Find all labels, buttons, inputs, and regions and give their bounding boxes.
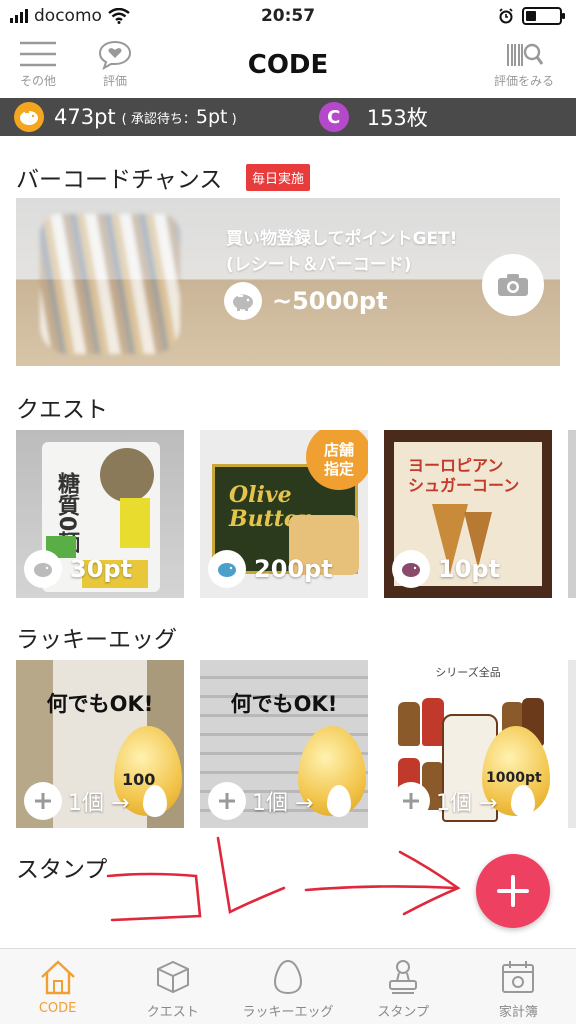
plus-icon — [208, 782, 246, 820]
heart-bubble-icon — [98, 40, 132, 70]
alarm-icon — [499, 8, 513, 24]
egg-count-text: 1個 → — [68, 791, 130, 816]
house-icon — [40, 960, 75, 995]
egg-count: 1個 → — [392, 782, 536, 820]
lucky-egg-card[interactable]: 何でもOK! 100 1個 → — [16, 660, 184, 828]
tab-label: スタンプ — [377, 1005, 430, 1020]
stamp-section-title: スタンプ — [16, 857, 108, 883]
plus-icon — [24, 782, 62, 820]
tab-stamp[interactable]: スタンプ — [346, 949, 461, 1024]
lucky-egg-card[interactable]: 何でもOK! 1個 → — [200, 660, 368, 828]
quest-card[interactable]: ヨーロピアン シュガーコーン 10pt — [384, 430, 552, 598]
lucky-egg-section-title: ラッキーエッグ — [16, 627, 177, 653]
quest-points: 10pt — [392, 550, 500, 588]
rate-label: 評価 — [102, 74, 127, 88]
egg-count-text: 1個 → — [436, 791, 498, 816]
barcode-search-icon — [506, 43, 544, 66]
points-value: 473pt — [54, 105, 116, 129]
stamp-icon — [389, 960, 418, 994]
view-ratings-button[interactable]: 評価をみる — [494, 40, 554, 89]
add-button[interactable] — [476, 854, 550, 928]
egg-headline: シリーズ全品 — [435, 666, 501, 679]
barcode-banner[interactable]: 買い物登録してポイントGET! (レシート＆バーコード) ~5000pt — [16, 198, 560, 366]
rate-button[interactable]: 評価 — [98, 40, 132, 89]
lucky-egg-card[interactable]: シリーズ全品 1000pt 1個 → — [384, 660, 552, 828]
menu-label: その他 — [19, 74, 56, 88]
barcode-section-title: バーコードチャンス — [16, 167, 223, 193]
handwritten-annotation-arrow: コレ — [106, 836, 461, 922]
c-coin-icon: C — [318, 102, 349, 132]
camera-icon — [498, 274, 528, 296]
pending-prefix: ( 承認待ち： — [121, 112, 196, 127]
coin-letter: C — [327, 106, 341, 128]
egg-headline: 何でもOK! — [46, 692, 154, 716]
quest-card[interactable]: 糖質0麺 30pt — [16, 430, 184, 598]
next-card-peek — [568, 660, 576, 828]
hamburger-icon — [20, 41, 56, 67]
quest-points: 30pt — [24, 550, 132, 588]
shopping-bag-image — [40, 214, 180, 354]
pig-icon — [208, 550, 246, 588]
banner-text: 買い物登録してポイントGET! (レシート＆バーコード) — [226, 226, 457, 278]
quest-points-value: 200pt — [254, 555, 333, 583]
pig-icon — [224, 282, 262, 320]
product-text: ヨーロピアン シュガーコーン — [408, 456, 520, 495]
coin-count: 153枚 — [366, 106, 428, 130]
egg-icon — [511, 785, 536, 817]
view-ratings-label: 評価をみる — [493, 74, 554, 88]
pending-value: 5pt — [195, 106, 228, 128]
tab-lucky-egg[interactable]: ラッキーエッグ — [230, 949, 345, 1024]
camera-button[interactable] — [482, 254, 544, 316]
pig-icon — [392, 550, 430, 588]
pig-coin-icon — [14, 102, 44, 132]
status-bar: docomo 20:57 — [0, 0, 576, 34]
page-title: CODE — [247, 50, 329, 80]
menu-button[interactable]: その他 — [18, 40, 58, 89]
tab-household-budget[interactable]: 家計簿 — [461, 949, 576, 1024]
nav-bar: その他 評価 CODE 評価をみる — [0, 36, 576, 96]
tab-bar: CODE クエスト ラッキーエッグ スタンプ 家計簿 — [0, 948, 576, 1024]
banner-line-2: (レシート＆バーコード) — [226, 255, 412, 275]
pig-icon — [24, 550, 62, 588]
egg-count: 1個 → — [208, 782, 352, 820]
pending-points: ( 承認待ち：5pt ) — [122, 106, 237, 128]
battery-level — [526, 11, 536, 21]
quest-section-title: クエスト — [16, 397, 108, 423]
clock: 20:57 — [260, 6, 316, 26]
tab-quest[interactable]: クエスト — [115, 949, 230, 1024]
egg-icon — [143, 785, 168, 817]
next-card-peek — [568, 430, 576, 598]
quest-row: 糖質0麺 30pt Olive Butter 店舗 指定 200pt ヨーロピア… — [16, 430, 576, 598]
tab-label: ラッキーエッグ — [242, 1005, 334, 1020]
calendar-icon — [502, 961, 535, 993]
daily-badge: 毎日実施 — [246, 164, 311, 191]
tab-code[interactable]: CODE — [0, 949, 115, 1024]
cube-icon — [156, 960, 189, 994]
banner-line-1: 買い物登録してポイントGET! — [226, 229, 458, 249]
tab-label: 家計簿 — [498, 1005, 538, 1020]
plus-icon — [392, 782, 430, 820]
plus-icon — [497, 875, 529, 907]
points-bar: 473pt ( 承認待ち：5pt ) C 153枚 — [0, 98, 576, 136]
banner-points-value: ~5000pt — [272, 287, 388, 315]
egg-count-text: 1個 → — [252, 791, 314, 816]
banner-points: ~5000pt — [224, 282, 388, 320]
egg-icon — [273, 959, 303, 995]
quest-card[interactable]: Olive Butter 店舗 指定 200pt — [200, 430, 368, 598]
lucky-egg-row: 何でもOK! 100 1個 → 何でもOK! 1個 → シリーズ全品 1000p… — [16, 660, 576, 828]
quest-points: 200pt — [208, 550, 333, 588]
egg-headline: 何でもOK! — [230, 692, 338, 716]
egg-count: 1個 → — [24, 782, 168, 820]
egg-icon — [327, 785, 352, 817]
quest-points-value: 30pt — [70, 555, 133, 583]
tab-label: クエスト — [146, 1005, 199, 1020]
pending-suffix: ) — [227, 112, 237, 127]
quest-points-value: 10pt — [438, 555, 501, 583]
tab-label: CODE — [38, 1001, 77, 1016]
battery-icon — [522, 7, 565, 25]
